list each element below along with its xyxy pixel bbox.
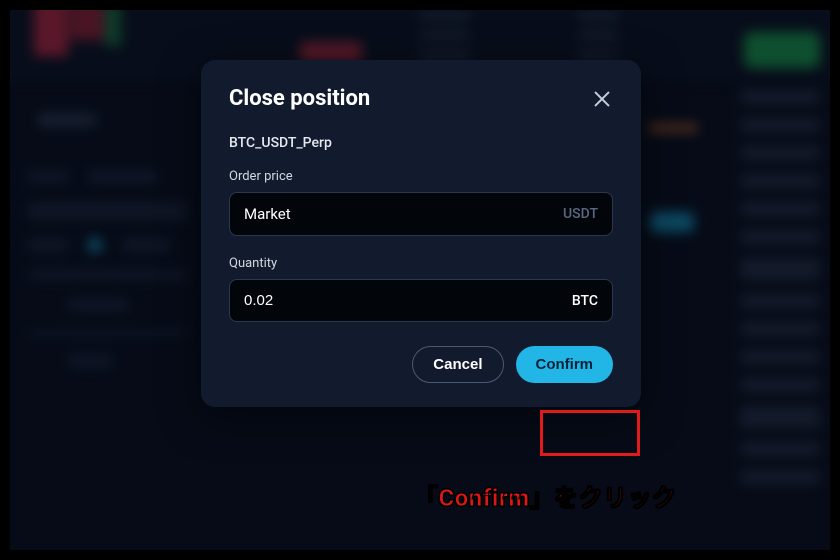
cancel-button[interactable]: Cancel [412, 346, 503, 383]
quantity-unit: BTC [572, 293, 598, 309]
modal-footer: Cancel Confirm [229, 346, 613, 383]
modal-title: Close position [229, 86, 370, 111]
position-symbol: BTC_USDT_Perp [229, 135, 613, 151]
order-price-unit: USDT [563, 206, 598, 222]
confirm-button[interactable]: Confirm [516, 346, 614, 383]
order-price-input-wrap[interactable]: Market USDT [229, 192, 613, 236]
quantity-input-wrap[interactable]: BTC [229, 279, 613, 322]
order-price-value: Market [244, 205, 563, 223]
close-position-modal: Close position BTC_USDT_Perp Order price… [201, 60, 641, 407]
modal-header: Close position [229, 86, 613, 111]
quantity-label: Quantity [229, 256, 613, 271]
close-icon[interactable] [591, 88, 613, 110]
annotation-text: 「Confirm」をクリック [414, 478, 677, 513]
quantity-input[interactable] [244, 292, 572, 309]
order-price-label: Order price [229, 169, 613, 184]
